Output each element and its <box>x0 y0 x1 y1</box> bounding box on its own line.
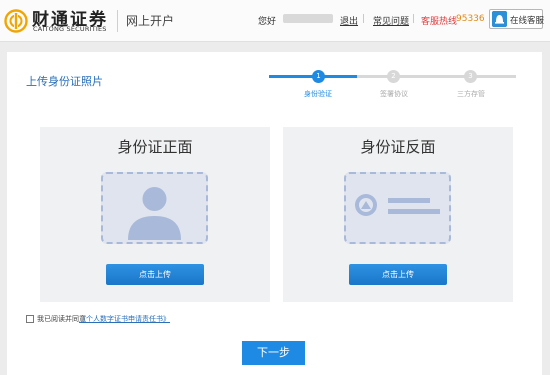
hotline-number: 95336 <box>456 14 485 24</box>
person-silhouette-icon <box>128 187 181 240</box>
step-2-label: 签署协议 <box>380 90 408 98</box>
online-service-button[interactable]: 在线客服 <box>489 9 545 29</box>
step-3-dot: 3 <box>464 70 477 83</box>
step-1-label: 身份验证 <box>304 90 332 98</box>
id-front-title: 身份证正面 <box>117 138 193 156</box>
hotline-label: 客服热线 <box>421 17 458 27</box>
step-1-dot: 1 <box>312 70 325 83</box>
caitong-logo[interactable]: 财通证券 CAITONG SECURITIES <box>4 6 118 36</box>
next-step-button[interactable]: 下一步 <box>242 341 305 365</box>
top-header: 财通证券 CAITONG SECURITIES 网上开户 您好 退出 | 常见问… <box>0 0 550 42</box>
username-blurred <box>283 14 333 23</box>
id-back-panel: 身份证反面 点击上传 <box>283 127 513 302</box>
step-2-dot: 2 <box>387 70 400 83</box>
logout-link[interactable]: 退出 <box>340 14 358 27</box>
agreement-link[interactable]: 《个人数字证书申请责任书》 <box>79 314 170 324</box>
header-separator: | <box>412 14 416 24</box>
id-back-title: 身份证反面 <box>360 138 436 156</box>
upload-back-button[interactable]: 点击上传 <box>349 264 447 285</box>
progress-steps: 1 2 3 身份验证 签署协议 三方存管 <box>269 69 516 99</box>
id-back-dropzone[interactable] <box>344 172 451 244</box>
header-divider <box>117 10 118 32</box>
id-front-panel: 身份证正面 点击上传 <box>40 127 270 302</box>
upload-card: 上传身份证照片 1 2 3 身份验证 签署协议 三方存管 身份证正面 点击上传 … <box>7 52 542 375</box>
page-title: 上传身份证照片 <box>26 75 103 88</box>
national-emblem-icon <box>355 194 440 216</box>
caitong-logo-icon <box>4 9 28 33</box>
logo-english-name: CAITONG SECURITIES <box>33 25 107 33</box>
agreement-checkbox[interactable] <box>26 315 34 323</box>
upload-front-button[interactable]: 点击上传 <box>106 264 204 285</box>
step-3-label: 三方存管 <box>457 90 485 98</box>
site-title: 网上开户 <box>126 14 175 28</box>
customer-service-icon <box>492 11 507 27</box>
greeting-text: 您好 <box>258 17 277 27</box>
online-service-label: 在线客服 <box>510 16 545 26</box>
faq-link[interactable]: 常见问题 <box>373 14 409 27</box>
header-separator: | <box>362 14 366 24</box>
step-line-inactive <box>357 75 516 78</box>
id-front-dropzone[interactable] <box>101 172 208 244</box>
